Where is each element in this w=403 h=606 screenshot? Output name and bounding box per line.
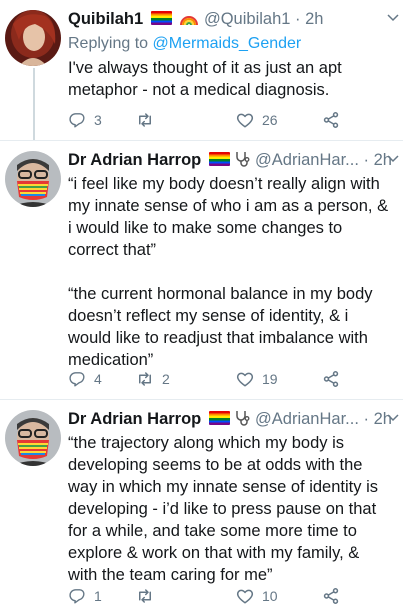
share-button[interactable] [322, 586, 340, 606]
retweet-icon [139, 589, 151, 603]
chevron-down-icon[interactable] [387, 14, 399, 22]
retweet-icon [139, 113, 151, 127]
tweet-text: “the trajectory along which my body is d… [68, 434, 383, 584]
rainbow-flag-icon [208, 411, 230, 425]
reply-button[interactable]: 4 [68, 369, 102, 389]
user-handle[interactable]: @AdrianHar... [255, 151, 359, 169]
like-count: 26 [262, 112, 278, 128]
tweet-header: Dr Adrian Harrop @AdrianHar... · 2h [68, 408, 395, 430]
replying-prefix: Replying to [68, 35, 153, 52]
retweet-button[interactable] [136, 586, 162, 606]
retweet-button[interactable]: 2 [136, 369, 170, 389]
rainbow-flag-icon [208, 152, 230, 166]
reply-count: 4 [94, 371, 102, 387]
separator-dot: · [295, 10, 301, 28]
rainbow-icon [179, 10, 199, 26]
like-button[interactable]: 19 [236, 369, 278, 389]
avatar[interactable] [5, 410, 61, 466]
tweet-header: Quibilah1 @Quibilah1 · 2h [68, 8, 395, 30]
share-button[interactable] [322, 110, 340, 130]
share-icon [323, 112, 339, 128]
avatar[interactable] [5, 10, 61, 66]
display-name[interactable]: Dr Adrian Harrop [68, 410, 201, 428]
reply-count: 1 [94, 588, 102, 604]
replying-to-link[interactable]: @Mermaids_Gender [153, 35, 302, 52]
like-button[interactable]: 10 [236, 586, 278, 606]
stethoscope-icon [234, 409, 250, 427]
share-button[interactable] [322, 369, 340, 389]
separator-dot: · [363, 410, 370, 428]
tweet-1[interactable]: Quibilah1 @Quibilah1 · 2h Replying to @M… [0, 0, 403, 140]
reply-button[interactable]: 3 [68, 110, 102, 130]
tweet-text: I've always thought of it as just an apt… [68, 59, 347, 99]
tweet-header: Dr Adrian Harrop @AdrianHar... · 2h [68, 149, 395, 171]
retweet-icon [139, 372, 151, 386]
display-name[interactable]: Quibilah1 [68, 10, 143, 28]
tweet-3[interactable]: Dr Adrian Harrop @AdrianHar... · 2h “the… [0, 400, 403, 604]
tweet-actions: 1 10 [68, 586, 368, 606]
share-icon [323, 588, 339, 604]
thread-line [33, 68, 35, 140]
separator-dot: · [363, 151, 370, 169]
like-icon [236, 372, 254, 387]
timestamp[interactable]: 2h [305, 10, 323, 28]
chevron-down-icon[interactable] [387, 155, 399, 163]
like-count: 10 [262, 588, 278, 604]
replying-to: Replying to @Mermaids_Gender [68, 34, 301, 54]
user-handle[interactable]: @Quibilah1 [204, 10, 290, 28]
reply-icon [69, 113, 85, 128]
stethoscope-icon [234, 150, 250, 168]
retweet-count: 2 [162, 371, 170, 387]
reply-button[interactable]: 1 [68, 586, 102, 606]
reply-count: 3 [94, 112, 102, 128]
user-handle[interactable]: @AdrianHar... [255, 410, 359, 428]
chevron-down-icon[interactable] [387, 414, 399, 422]
tweet-2[interactable]: Dr Adrian Harrop @AdrianHar... · 2h “i f… [0, 141, 403, 399]
avatar[interactable] [5, 151, 61, 207]
reply-icon [69, 589, 85, 604]
like-icon [236, 589, 254, 604]
tweet-actions: 4 2 19 [68, 369, 368, 389]
retweet-button[interactable] [136, 110, 162, 130]
tweet-text: “i feel like my body doesn’t really alig… [68, 175, 389, 369]
like-icon [236, 113, 254, 128]
like-button[interactable]: 26 [236, 110, 278, 130]
reply-icon [69, 372, 85, 387]
display-name[interactable]: Dr Adrian Harrop [68, 151, 201, 169]
tweet-actions: 3 26 [68, 110, 368, 130]
like-count: 19 [262, 371, 278, 387]
share-icon [323, 371, 339, 387]
rainbow-flag-icon [150, 11, 172, 25]
